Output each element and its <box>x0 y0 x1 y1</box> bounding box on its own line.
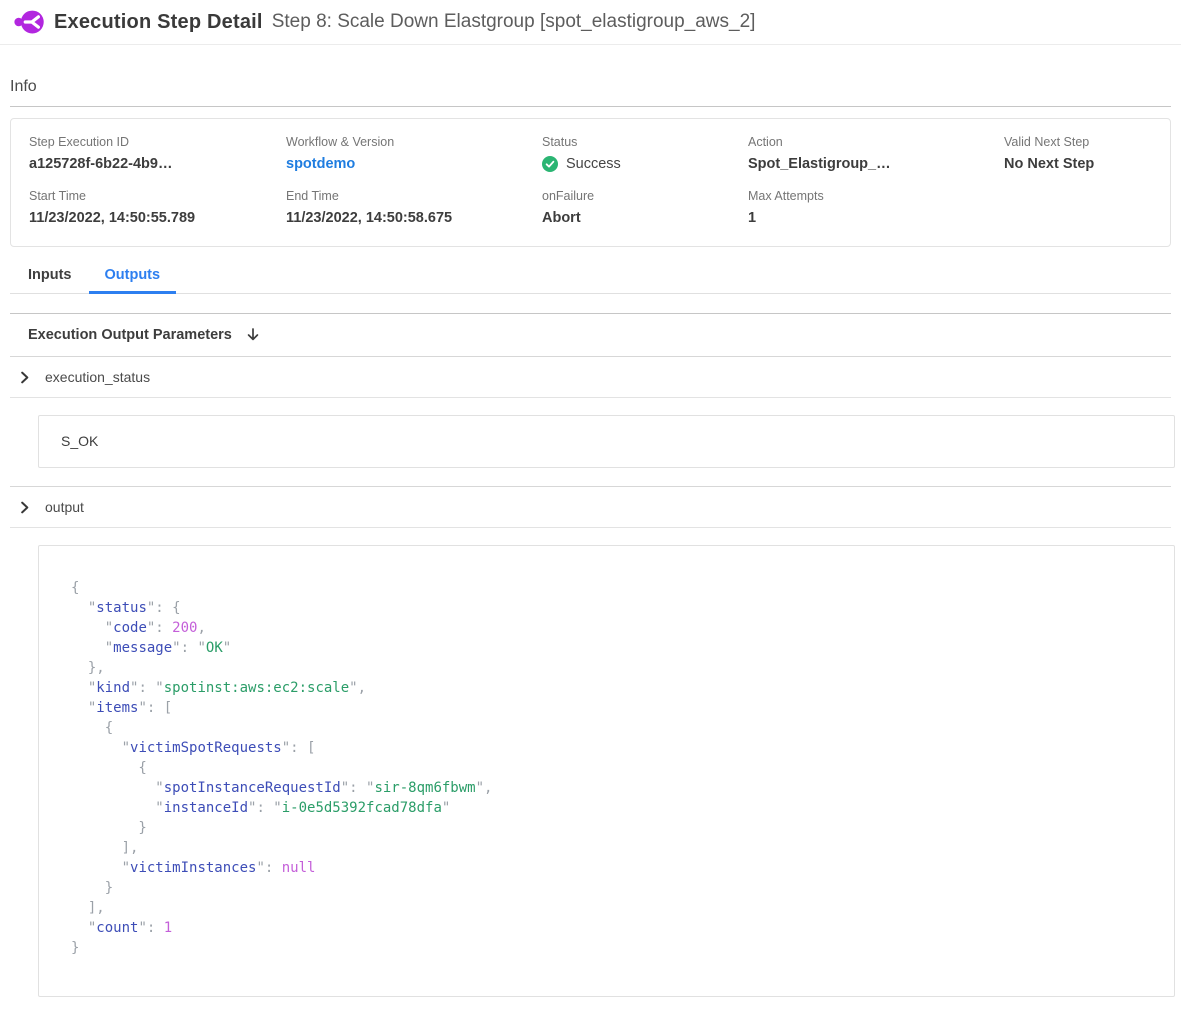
info-heading-divider <box>10 106 1171 107</box>
execution-status-value: S_OK <box>61 433 98 449</box>
page-title: Execution Step Detail <box>54 11 263 34</box>
chevron-right-icon <box>17 500 32 515</box>
param-divider <box>10 527 1171 528</box>
field-value-workflow-version[interactable]: spotdemo <box>286 156 542 172</box>
outputs-section-header: Execution Output Parameters <box>10 314 1171 356</box>
field-value-status: Success <box>542 156 748 172</box>
info-card-grid: Step Execution ID a125728f-6b22-4b9…Workf… <box>10 118 1171 247</box>
field-status: Status Success <box>542 135 748 172</box>
page-subtitle: Step 8: Scale Down Elastgroup [spot_elas… <box>272 11 756 33</box>
field-start-time: Start Time 11/23/2022, 14:50:55.789 <box>29 189 286 226</box>
chevron-right-icon <box>17 370 32 385</box>
param-row-execution-status[interactable]: execution_status <box>10 357 1171 397</box>
tab-outputs[interactable]: Outputs <box>105 267 161 293</box>
param-name: output <box>45 499 84 515</box>
field-workflow-version: Workflow & Version spotdemo <box>286 135 542 172</box>
field-action: Action Spot_Elastigroup_… <box>748 135 1004 172</box>
page-body: Info Step Execution ID a125728f-6b22-4b9…… <box>0 45 1181 997</box>
field-valid-next-step: Valid Next Step No Next Step <box>1004 135 1152 172</box>
field-max-attempts: Max Attempts 1 <box>748 189 1004 226</box>
field-value-onfailure: Abort <box>542 210 748 226</box>
output-json-box: { "status": { "code": 200, "message": "O… <box>38 545 1175 997</box>
field-end-time: End Time 11/23/2022, 14:50:58.675 <box>286 189 542 226</box>
field-value-end-time: 11/23/2022, 14:50:58.675 <box>286 210 542 226</box>
execution-status-value-box: S_OK <box>38 415 1175 468</box>
field-label: Action <box>748 135 1004 149</box>
tab-inputs[interactable]: Inputs <box>28 267 72 293</box>
outputs-section-title: Execution Output Parameters <box>28 327 232 343</box>
tabs-gap <box>10 294 1171 313</box>
field-onfailure: onFailure Abort <box>542 189 748 226</box>
field-value-step-execution-id: a125728f-6b22-4b9… <box>29 156 286 172</box>
field-label: Step Execution ID <box>29 135 286 149</box>
field-step-execution-id: Step Execution ID a125728f-6b22-4b9… <box>29 135 286 172</box>
field-label: Status <box>542 135 748 149</box>
field-label: Workflow & Version <box>286 135 542 149</box>
page-header: Execution Step Detail Step 8: Scale Down… <box>0 0 1181 45</box>
field-label: Start Time <box>29 189 286 203</box>
field-value-max-attempts: 1 <box>748 210 1004 226</box>
field-label: Max Attempts <box>748 189 1004 203</box>
download-arrow-icon[interactable] <box>245 327 261 343</box>
param-name: execution_status <box>45 369 150 385</box>
output-json-code: { "status": { "code": 200, "message": "O… <box>71 578 1164 958</box>
info-heading: Info <box>10 45 1171 106</box>
field-value-valid-next-step: No Next Step <box>1004 156 1152 172</box>
check-circle-icon <box>542 156 558 172</box>
tab-bar: Inputs Outputs <box>10 267 1171 294</box>
param-divider <box>10 397 1171 398</box>
field-value-start-time: 11/23/2022, 14:50:55.789 <box>29 210 286 226</box>
field-value-action: Spot_Elastigroup_… <box>748 156 1004 172</box>
field-label: onFailure <box>542 189 748 203</box>
field-label: Valid Next Step <box>1004 135 1152 149</box>
spot-logo-icon <box>14 7 44 37</box>
param-row-output[interactable]: output <box>10 487 1171 527</box>
field-label: End Time <box>286 189 542 203</box>
